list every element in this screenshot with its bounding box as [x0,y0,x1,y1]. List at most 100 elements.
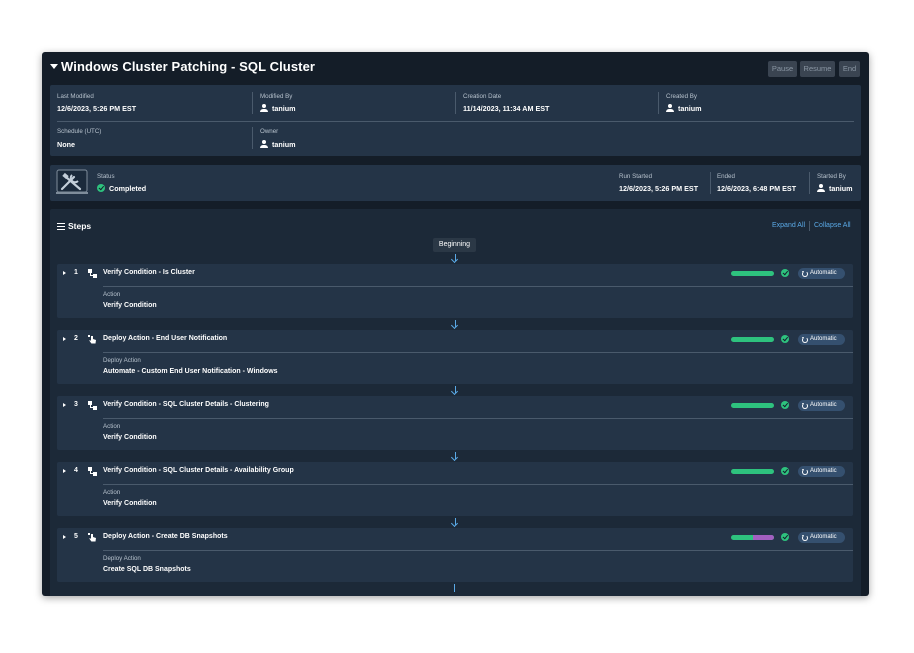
page-title: Windows Cluster Patching - SQL Cluster [61,59,316,74]
arrow-down-icon [451,254,459,264]
progress-bar [731,469,774,474]
check-circle-icon [781,467,789,475]
progress-segment-running [752,535,774,540]
step-detail-value: Verify Condition [103,302,157,309]
divider [103,550,853,551]
divider [252,92,253,114]
expand-all-link[interactable]: Expand All [772,222,805,229]
creation-date-value: 11/14/2023, 11:34 AM EST [463,104,550,113]
divider [57,121,854,122]
divider [809,172,810,194]
divider [103,352,853,353]
divider [658,92,659,114]
status-value: Completed [97,184,146,193]
arrow-down-icon [451,320,459,330]
step-number: 4 [74,467,78,474]
user-icon [260,104,268,112]
automatic-badge: Automatic [798,268,845,279]
end-button[interactable]: End [839,61,860,77]
divider [455,92,456,114]
step-title: Deploy Action - Create DB Snapshots [103,533,228,540]
automatic-badge: Automatic [798,532,845,543]
step-detail-label: Action [103,291,121,298]
condition-icon [88,467,97,476]
steps-title: Steps [57,221,91,231]
pause-button[interactable]: Pause [768,61,797,77]
divider [103,484,853,485]
progress-bar [731,271,774,276]
step-number: 5 [74,533,78,540]
user-icon [666,104,674,112]
refresh-icon [801,336,808,343]
check-circle-icon [781,269,789,277]
action-icon [88,533,96,542]
schedule-value: None [57,140,75,149]
divider [103,286,853,287]
refresh-icon [801,270,808,277]
user-icon [817,184,825,192]
step-number: 2 [74,335,78,342]
automatic-badge: Automatic [798,400,845,411]
check-circle-icon [781,401,789,409]
automatic-badge: Automatic [798,334,845,345]
condition-icon [88,401,97,410]
arrow-down-icon [451,452,459,462]
last-modified-label: Last Modified [57,93,94,100]
step-card[interactable]: 4 Verify Condition - SQL Cluster Details… [57,462,853,516]
list-icon [57,222,65,230]
expand-caret-icon[interactable] [63,271,66,275]
action-icon [88,335,96,344]
check-circle-icon [781,533,789,541]
user-icon [260,140,268,148]
step-card[interactable]: 1 Verify Condition - Is Cluster Automati… [57,264,853,318]
step-detail-label: Deploy Action [103,357,141,364]
step-detail-value: Create SQL DB Snapshots [103,566,191,573]
arrow-down-icon [451,386,459,396]
condition-icon [88,269,97,278]
owner-value: tanium [260,140,296,149]
collapse-caret-icon[interactable] [50,64,58,69]
resume-button[interactable]: Resume [800,61,835,77]
progress-bar [731,535,774,540]
last-modified-value: 12/6/2023, 5:26 PM EST [57,104,137,113]
status-panel: Status Completed Run Started 12/6/2023, … [50,165,861,201]
creation-date-label: Creation Date [463,93,502,100]
workflow-window: Windows Cluster Patching - SQL Cluster P… [42,52,869,596]
collapse-all-link[interactable]: Collapse All [814,222,851,229]
refresh-icon [801,468,808,475]
owner-label: Owner [260,128,279,135]
refresh-icon [801,402,808,409]
details-panel: Last Modified 12/6/2023, 5:26 PM EST Mod… [50,85,861,156]
arrow-down-icon [451,518,459,528]
expand-caret-icon[interactable] [63,403,66,407]
created-by-label: Created By [666,93,697,100]
step-card[interactable]: 5 Deploy Action - Create DB Snapshots Au… [57,528,853,582]
ended-label: Ended [717,173,735,180]
beginning-node: Beginning [433,238,476,252]
divider [710,172,711,194]
step-detail-label: Action [103,489,121,496]
connector-line [454,584,456,592]
divider [252,127,253,149]
modified-by-value: tanium [260,104,296,113]
schedule-label: Schedule (UTC) [57,128,102,135]
progress-bar [731,403,774,408]
started-by-label: Started By [817,173,846,180]
check-circle-icon [781,335,789,343]
step-detail-value: Verify Condition [103,500,157,507]
expand-caret-icon[interactable] [63,469,66,473]
check-circle-icon [97,184,105,192]
refresh-icon [801,534,808,541]
step-card[interactable]: 3 Verify Condition - SQL Cluster Details… [57,396,853,450]
ended-value: 12/6/2023, 6:48 PM EST [717,184,797,193]
expand-caret-icon[interactable] [63,535,66,539]
started-by-value: tanium [817,184,853,193]
tools-icon [56,169,88,194]
expand-caret-icon[interactable] [63,337,66,341]
divider [103,418,853,419]
page-header: Windows Cluster Patching - SQL Cluster P… [42,52,869,84]
step-card[interactable]: 2 Deploy Action - End User Notification … [57,330,853,384]
step-title: Verify Condition - Is Cluster [103,269,195,276]
step-number: 1 [74,269,78,276]
step-detail-value: Automate - Custom End User Notification … [103,368,278,375]
